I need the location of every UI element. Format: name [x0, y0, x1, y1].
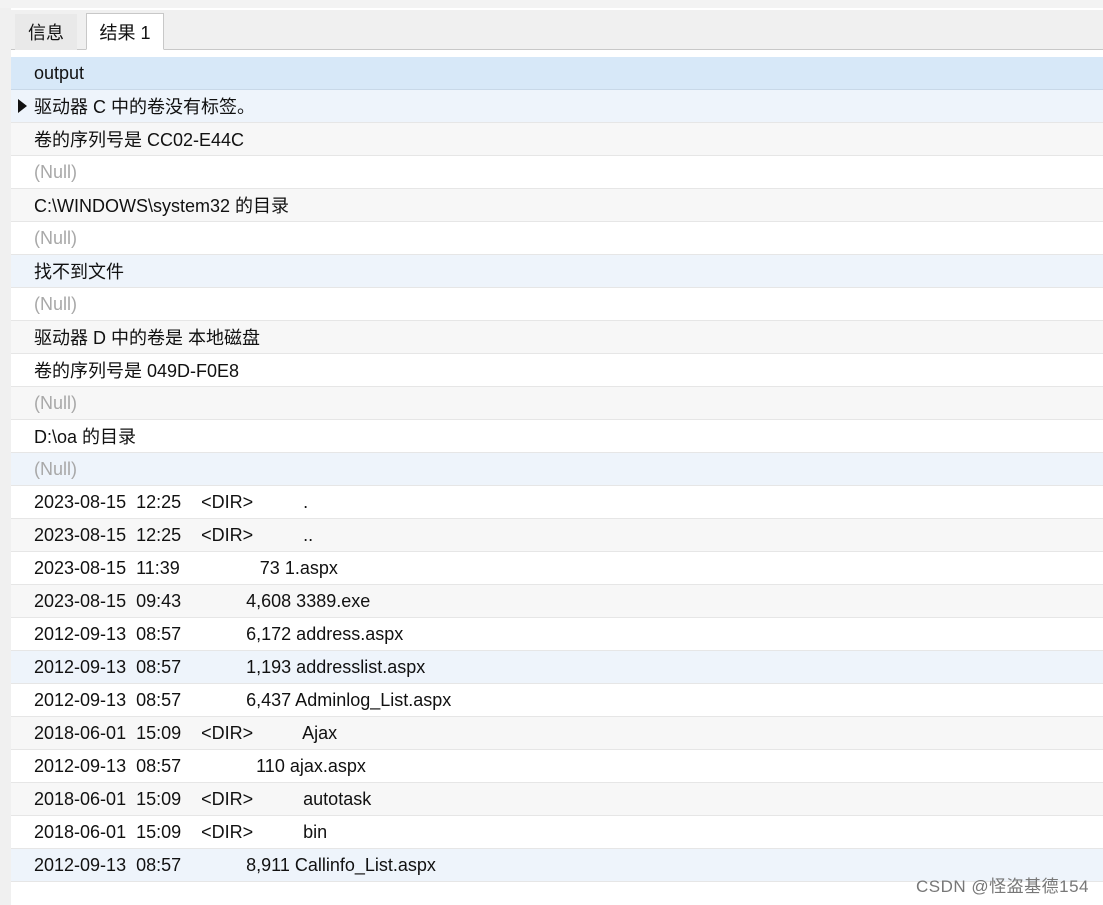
table-row[interactable]: (Null): [11, 453, 1103, 486]
row-indicator[interactable]: [11, 750, 33, 782]
table-row[interactable]: 2023-08-15 12:25 <DIR> .: [11, 486, 1103, 519]
left-gutter: [0, 8, 11, 905]
output-cell[interactable]: 2012-09-13 08:57 6,172 address.aspx: [33, 624, 403, 645]
result-tabbar: 信息 结果 1: [11, 10, 1103, 50]
output-cell[interactable]: (Null): [33, 228, 77, 249]
output-cell[interactable]: 2012-09-13 08:57 110 ajax.aspx: [33, 756, 366, 777]
table-row[interactable]: C:\WINDOWS\system32 的目录: [11, 189, 1103, 222]
table-row[interactable]: 2023-08-15 12:25 <DIR> ..: [11, 519, 1103, 552]
table-row[interactable]: (Null): [11, 288, 1103, 321]
table-row[interactable]: 2012-09-13 08:57 6,172 address.aspx: [11, 618, 1103, 651]
output-cell[interactable]: 2012-09-13 08:57 1,193 addresslist.aspx: [33, 657, 425, 678]
row-indicator[interactable]: [11, 321, 33, 353]
row-indicator[interactable]: [11, 189, 33, 221]
row-indicator[interactable]: [11, 783, 33, 815]
output-cell[interactable]: 2012-09-13 08:57 8,911 Callinfo_List.asp…: [33, 855, 436, 876]
current-row-arrow-icon: [17, 99, 27, 113]
row-indicator[interactable]: [11, 618, 33, 650]
row-indicator[interactable]: [11, 420, 33, 452]
row-indicator[interactable]: [11, 651, 33, 683]
row-indicator[interactable]: [11, 585, 33, 617]
row-indicator[interactable]: [11, 255, 33, 287]
row-indicator[interactable]: [11, 387, 33, 419]
output-cell[interactable]: 2012-09-13 08:57 6,437 Adminlog_List.asp…: [33, 690, 451, 711]
output-cell[interactable]: 驱动器 D 中的卷是 本地磁盘: [33, 324, 260, 350]
output-cell[interactable]: 2018-06-01 15:09 <DIR> autotask: [33, 789, 371, 810]
row-indicator[interactable]: [11, 288, 33, 320]
table-row[interactable]: 2018-06-01 15:09 <DIR> autotask: [11, 783, 1103, 816]
table-row[interactable]: 驱动器 C 中的卷没有标签。: [11, 90, 1103, 123]
output-cell[interactable]: 2018-06-01 15:09 <DIR> Ajax: [33, 723, 337, 744]
row-indicator[interactable]: [11, 90, 33, 122]
output-cell[interactable]: 卷的序列号是 CC02-E44C: [33, 126, 244, 152]
output-cell[interactable]: (Null): [33, 162, 77, 183]
output-cell[interactable]: 找不到文件: [33, 258, 124, 284]
output-cell[interactable]: 2023-08-15 11:39 73 1.aspx: [33, 558, 338, 579]
output-cell[interactable]: 2023-08-15 12:25 <DIR> .: [33, 492, 308, 513]
watermark: CSDN @怪盗基德154: [915, 877, 1089, 896]
row-indicator-header: [11, 57, 33, 89]
table-row[interactable]: 2018-06-01 15:09 <DIR> Ajax: [11, 717, 1103, 750]
row-indicator[interactable]: [11, 486, 33, 518]
table-row[interactable]: (Null): [11, 156, 1103, 189]
table-row[interactable]: 找不到文件: [11, 255, 1103, 288]
row-indicator[interactable]: [11, 717, 33, 749]
result-grid[interactable]: output 驱动器 C 中的卷没有标签。 卷的序列号是 CC02-E44C (Nu…: [11, 57, 1103, 882]
row-indicator[interactable]: [11, 519, 33, 551]
column-header-output[interactable]: output: [33, 63, 84, 84]
table-row[interactable]: 2023-08-15 11:39 73 1.aspx: [11, 552, 1103, 585]
output-cell[interactable]: (Null): [33, 294, 77, 315]
output-cell[interactable]: 驱动器 C 中的卷没有标签。: [33, 93, 255, 119]
table-row[interactable]: 2012-09-13 08:57 110 ajax.aspx: [11, 750, 1103, 783]
row-indicator[interactable]: [11, 354, 33, 386]
output-cell[interactable]: 卷的序列号是 049D-F0E8: [33, 357, 239, 383]
grid-header-row: output: [11, 57, 1103, 90]
table-row[interactable]: 2023-08-15 09:43 4,608 3389.exe: [11, 585, 1103, 618]
output-cell[interactable]: 2023-08-15 12:25 <DIR> ..: [33, 525, 313, 546]
query-result-window: 信息 结果 1 output 驱动器 C 中的卷没有标签。 卷的序列号是 CC02…: [0, 0, 1103, 905]
row-indicator[interactable]: [11, 816, 33, 848]
table-row[interactable]: (Null): [11, 222, 1103, 255]
table-row[interactable]: D:\oa 的目录: [11, 420, 1103, 453]
top-strip: [0, 0, 1103, 8]
row-indicator[interactable]: [11, 156, 33, 188]
output-cell[interactable]: 2023-08-15 09:43 4,608 3389.exe: [33, 591, 370, 612]
tab-info[interactable]: 信息: [15, 14, 77, 50]
output-cell[interactable]: C:\WINDOWS\system32 的目录: [33, 192, 289, 218]
table-row[interactable]: 2018-06-01 15:09 <DIR> bin: [11, 816, 1103, 849]
output-cell[interactable]: (Null): [33, 393, 77, 414]
table-row[interactable]: 卷的序列号是 049D-F0E8: [11, 354, 1103, 387]
row-indicator[interactable]: [11, 222, 33, 254]
table-row[interactable]: 2012-09-13 08:57 1,193 addresslist.aspx: [11, 651, 1103, 684]
row-indicator[interactable]: [11, 684, 33, 716]
row-indicator[interactable]: [11, 849, 33, 881]
table-row[interactable]: (Null): [11, 387, 1103, 420]
tab-result-1[interactable]: 结果 1: [86, 13, 164, 50]
table-row[interactable]: 卷的序列号是 CC02-E44C: [11, 123, 1103, 156]
table-row[interactable]: 2012-09-13 08:57 6,437 Adminlog_List.asp…: [11, 684, 1103, 717]
row-indicator[interactable]: [11, 552, 33, 584]
row-indicator[interactable]: [11, 123, 33, 155]
output-cell[interactable]: (Null): [33, 459, 77, 480]
output-cell[interactable]: D:\oa 的目录: [33, 423, 136, 449]
row-indicator[interactable]: [11, 453, 33, 485]
table-row[interactable]: 驱动器 D 中的卷是 本地磁盘: [11, 321, 1103, 354]
output-cell[interactable]: 2018-06-01 15:09 <DIR> bin: [33, 822, 327, 843]
